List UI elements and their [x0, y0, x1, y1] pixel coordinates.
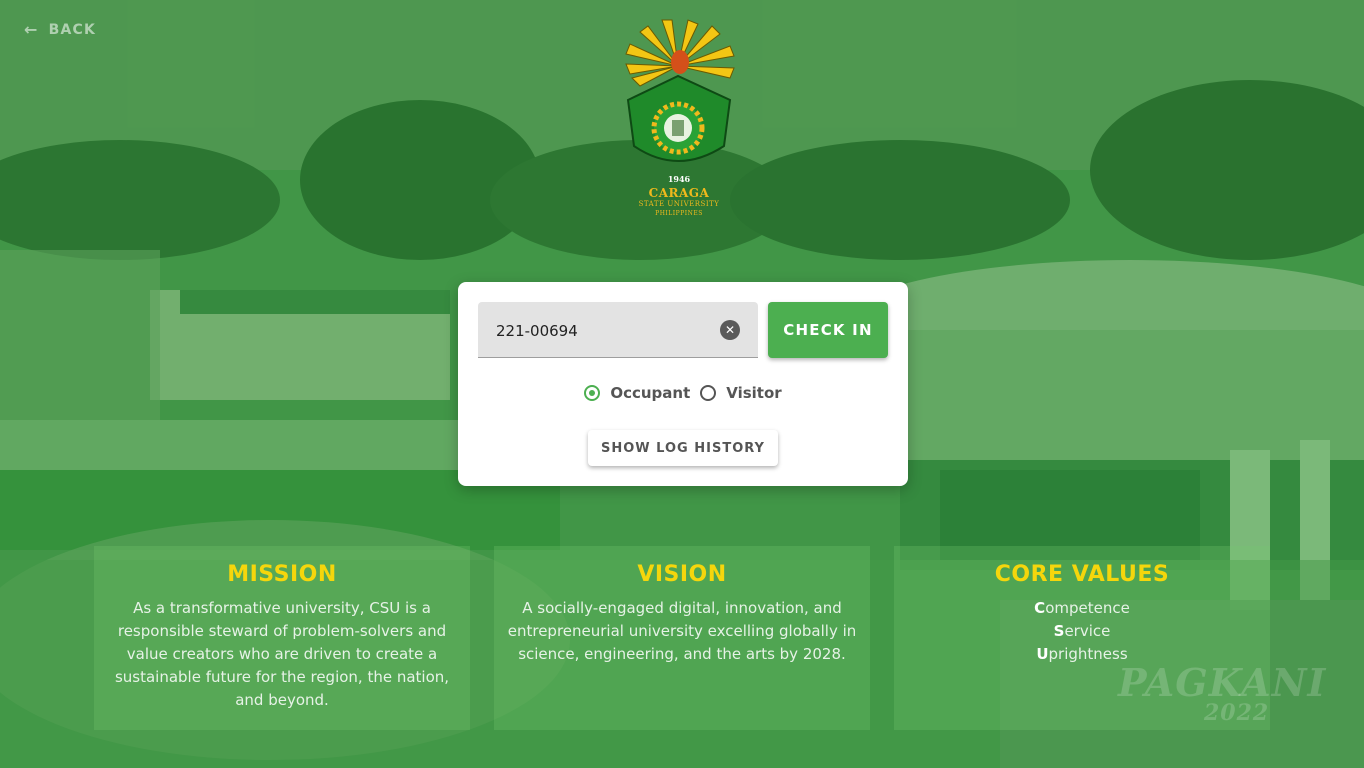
- watermark-year: 2022: [1204, 700, 1270, 726]
- core-value-initial: S: [1053, 622, 1065, 640]
- logo-seal-graphic: [625, 19, 735, 162]
- arrow-left-icon: ←: [24, 20, 39, 39]
- logo-name: CARAGA: [648, 186, 710, 200]
- logo-subtitle: STATE UNIVERSITY: [638, 200, 720, 208]
- radio-visitor[interactable]: Visitor: [700, 384, 782, 402]
- mission-panel: MISSION As a transformative university, …: [94, 546, 470, 730]
- radio-visitor-label: Visitor: [726, 384, 782, 402]
- mission-text: As a transformative university, CSU is a…: [114, 599, 450, 709]
- close-circle-icon[interactable]: ✕: [720, 320, 740, 340]
- id-number-field: ✕: [478, 302, 758, 360]
- radio-occupant-label: Occupant: [610, 384, 691, 402]
- core-value-initial: U: [1036, 645, 1049, 663]
- visitor-type-radio-group: Occupant Visitor: [458, 384, 908, 402]
- vision-text: A socially-engaged digital, innovation, …: [507, 599, 857, 663]
- watermark-text: PAGKANI: [1118, 660, 1327, 705]
- core-value-rest: prightness: [1048, 645, 1128, 663]
- core-value-rest: ompetence: [1045, 599, 1130, 617]
- core-value-item: Competence: [894, 597, 1270, 620]
- mission-title: MISSION: [227, 562, 337, 587]
- back-button[interactable]: ← BACK: [24, 20, 96, 39]
- core-value-initial: C: [1034, 599, 1046, 617]
- radio-selected-icon[interactable]: [584, 385, 601, 401]
- core-value-rest: ervice: [1064, 622, 1111, 640]
- core-value-item: Service: [894, 620, 1270, 643]
- logo-country: PHILIPPINES: [655, 210, 703, 217]
- vision-title: VISION: [637, 562, 727, 587]
- radio-occupant[interactable]: Occupant: [584, 384, 690, 402]
- core-values-title: CORE VALUES: [994, 562, 1170, 587]
- checkin-card: ✕ CHECK IN Occupant Visitor SHOW LOG HIS…: [458, 282, 908, 486]
- vision-panel: VISION A socially-engaged digital, innov…: [494, 546, 870, 730]
- back-label: BACK: [48, 21, 97, 38]
- event-watermark: PAGKANI 2022: [1118, 660, 1327, 726]
- check-in-button[interactable]: CHECK IN: [768, 302, 888, 358]
- id-number-input[interactable]: [494, 302, 718, 360]
- university-logo: 1946 CARAGA STATE UNIVERSITY PHILIPPINES: [616, 16, 742, 226]
- logo-year: 1946: [667, 174, 691, 184]
- show-log-history-button[interactable]: SHOW LOG HISTORY: [588, 430, 778, 466]
- radio-unselected-icon[interactable]: [700, 385, 717, 401]
